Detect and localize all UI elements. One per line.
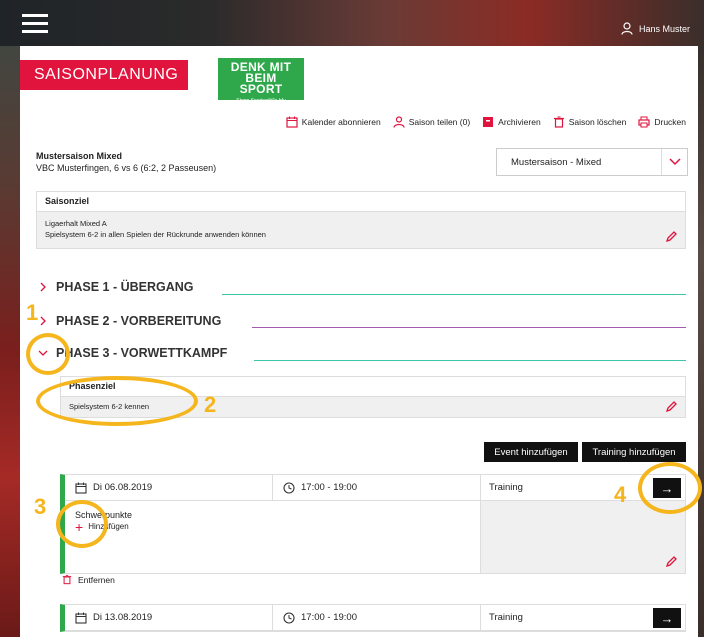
annotation-number-4: 4 (614, 482, 627, 507)
annotation-number-3: 3 (34, 494, 47, 519)
highlight-ring-4 (638, 462, 702, 514)
user-icon (621, 22, 633, 35)
print-button[interactable]: Drucken (638, 116, 686, 128)
subscribe-calendar-label: Kalender abonnieren (301, 117, 381, 127)
phase-3-divider (254, 360, 686, 361)
archive-button[interactable]: Archivieren (482, 116, 541, 128)
chevron-right-icon (40, 282, 46, 292)
phase-2-header[interactable]: PHASE 2 - VORBEREITUNG (38, 312, 221, 330)
phase-3-label: PHASE 3 - VORWETTKAMPF (56, 346, 228, 360)
print-label: Drucken (654, 117, 686, 127)
annotation-number-2: 2 (204, 392, 217, 417)
chevron-down-icon (661, 149, 687, 175)
main-panel: SAISONPLANUNG DENK MIT BEIM SPORT Stopp … (20, 46, 698, 637)
season-info: Mustersaison Mixed VBC Musterfingen, 6 v… (36, 150, 216, 174)
training-time-cell: 17:00 - 19:00 (273, 605, 481, 630)
phase-1-label: PHASE 1 - ÜBERGANG (56, 280, 194, 294)
season-dropdown-value: Mustersaison - Mixed (511, 156, 602, 168)
training-date: Di 13.08.2019 (93, 612, 153, 623)
trash-icon (62, 574, 72, 585)
season-dropdown[interactable]: Mustersaison - Mixed (496, 148, 688, 176)
phase-2-label: PHASE 2 - VORBEREITUNG (56, 314, 222, 328)
training-date-cell: Di 13.08.2019 (65, 605, 273, 630)
training-card-header: Di 06.08.2019 17:00 - 19:00 Training → (65, 475, 685, 501)
highlight-ring-1 (26, 333, 70, 375)
training-notes-area (481, 501, 685, 573)
training-focus-section: Schwerpunkte + Hinzufügen (65, 501, 481, 573)
remove-training-button[interactable]: Entfernen (62, 574, 115, 585)
clock-icon (283, 611, 295, 624)
training-card: Di 06.08.2019 17:00 - 19:00 Training → S… (60, 474, 686, 574)
trash-icon (553, 116, 564, 128)
subscribe-calendar-button[interactable]: Kalender abonnieren (286, 116, 381, 128)
pencil-icon[interactable] (666, 231, 677, 242)
add-training-button[interactable]: Training hinzufügen (582, 442, 686, 462)
phase-2-divider (252, 327, 686, 328)
annotation-number-1: 1 (26, 300, 39, 325)
training-date-cell: Di 06.08.2019 (65, 475, 273, 500)
logo-line-2: BEIM SPORT (239, 71, 283, 96)
training-time-cell: 17:00 - 19:00 (273, 475, 481, 500)
archive-label: Archivieren (498, 117, 541, 127)
share-season-label: Saison teilen (0) (408, 117, 471, 127)
phase-1-header[interactable]: PHASE 1 - ÜBERGANG (38, 278, 194, 296)
season-goal-box: Saisonziel Ligaerhalt Mixed A Spielsyste… (36, 191, 686, 249)
bfu-logo: DENK MIT BEIM SPORT Stopp Sportunfälle b… (218, 58, 304, 104)
training-type: Training (489, 612, 523, 623)
season-goal-line-2: Spielsystem 6-2 in allen Spielen der Rüc… (45, 230, 266, 239)
print-icon (638, 116, 650, 128)
season-goal-line-1: Ligaerhalt Mixed A (45, 219, 107, 228)
highlight-ring-2 (36, 376, 198, 426)
calendar-icon (75, 612, 87, 624)
archive-icon (483, 117, 494, 127)
highlight-ring-3 (56, 500, 108, 548)
share-season-button[interactable]: Saison teilen (0) (393, 116, 470, 128)
clock-icon (283, 481, 295, 494)
season-name: Mustersaison Mixed (36, 151, 123, 161)
team-info: VBC Musterfingen, 6 vs 6 (6:2, 2 Passeus… (36, 163, 217, 173)
delete-season-label: Saison löschen (568, 117, 627, 127)
user-menu[interactable]: Hans Muster (621, 22, 690, 35)
logo-tagline: Stopp Sportunfälle bfu (236, 98, 286, 104)
season-toolbar: Kalender abonnieren Saison teilen (0) Ar… (286, 116, 686, 128)
delete-season-button[interactable]: Saison löschen (553, 116, 627, 128)
phase-1-divider (222, 294, 686, 295)
person-icon (393, 116, 405, 128)
pencil-icon[interactable] (666, 401, 677, 412)
training-time: 17:00 - 19:00 (301, 612, 357, 623)
training-card-header: Di 13.08.2019 17:00 - 19:00 Training → (65, 605, 685, 631)
chevron-right-icon (40, 316, 46, 326)
training-card: Di 13.08.2019 17:00 - 19:00 Training → (60, 604, 686, 632)
calendar-icon (286, 116, 298, 128)
training-time: 17:00 - 19:00 (301, 482, 357, 493)
calendar-icon (75, 482, 87, 494)
add-focus-button[interactable]: + Hinzufügen (75, 520, 470, 534)
user-name: Hans Muster (638, 23, 690, 34)
training-date: Di 06.08.2019 (93, 482, 153, 493)
season-goal-heading: Saisonziel (37, 192, 685, 212)
pencil-icon[interactable] (666, 556, 677, 567)
arrow-right-icon: → (660, 610, 674, 626)
training-card-body: Schwerpunkte + Hinzufügen (65, 501, 685, 573)
open-training-button[interactable]: → (653, 608, 681, 628)
page-title: SAISONPLANUNG (20, 60, 188, 90)
season-goal-body: Ligaerhalt Mixed A Spielsystem 6-2 in al… (37, 212, 685, 248)
top-bar: Hans Muster (0, 0, 704, 46)
focus-heading: Schwerpunkte (75, 510, 133, 520)
add-event-button[interactable]: Event hinzufügen (484, 442, 578, 462)
training-type: Training (489, 482, 523, 493)
menu-icon[interactable] (22, 14, 48, 34)
remove-training-label: Entfernen (78, 574, 115, 585)
